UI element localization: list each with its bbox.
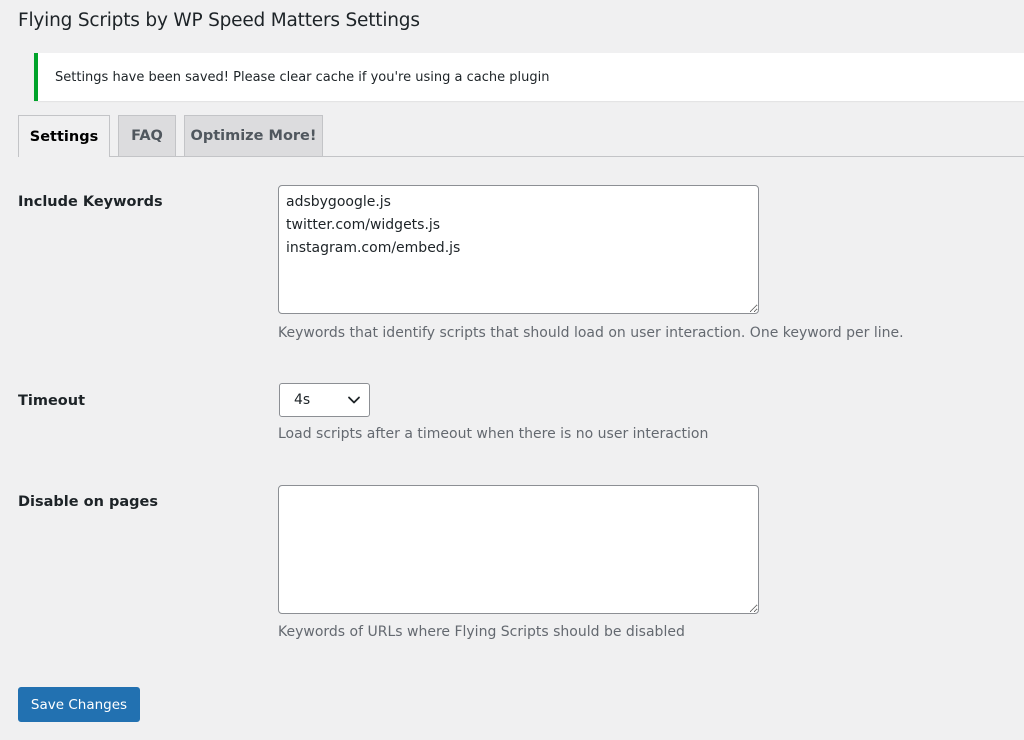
include-keywords-description: Keywords that identify scripts that shou… [278, 325, 904, 341]
disable-on-pages-label: Disable on pages [18, 494, 158, 510]
timeout-label: Timeout [18, 393, 86, 409]
notice-message: Settings have been saved! Please clear c… [55, 69, 550, 85]
include-keywords-label: Include Keywords [18, 194, 163, 210]
tab-optimize-more[interactable]: Optimize More! [184, 115, 323, 156]
timeout-description: Load scripts after a timeout when there … [278, 426, 709, 442]
disable-on-pages-textarea[interactable] [278, 485, 759, 614]
tab-faq[interactable]: FAQ [118, 115, 176, 156]
tab-bar-divider [18, 156, 1024, 157]
tab-settings[interactable]: Settings [18, 115, 110, 157]
disable-on-pages-description: Keywords of URLs where Flying Scripts sh… [278, 624, 685, 640]
success-notice: Settings have been saved! Please clear c… [34, 53, 1024, 101]
tab-bar: Settings FAQ Optimize More! [18, 115, 1024, 157]
timeout-select[interactable]: 4s [279, 383, 370, 417]
page-title: Flying Scripts by WP Speed Matters Setti… [18, 10, 420, 31]
include-keywords-textarea[interactable] [278, 185, 759, 314]
save-changes-button[interactable]: Save Changes [18, 687, 140, 722]
chevron-down-icon [348, 396, 360, 404]
timeout-selected-value: 4s [294, 392, 311, 408]
